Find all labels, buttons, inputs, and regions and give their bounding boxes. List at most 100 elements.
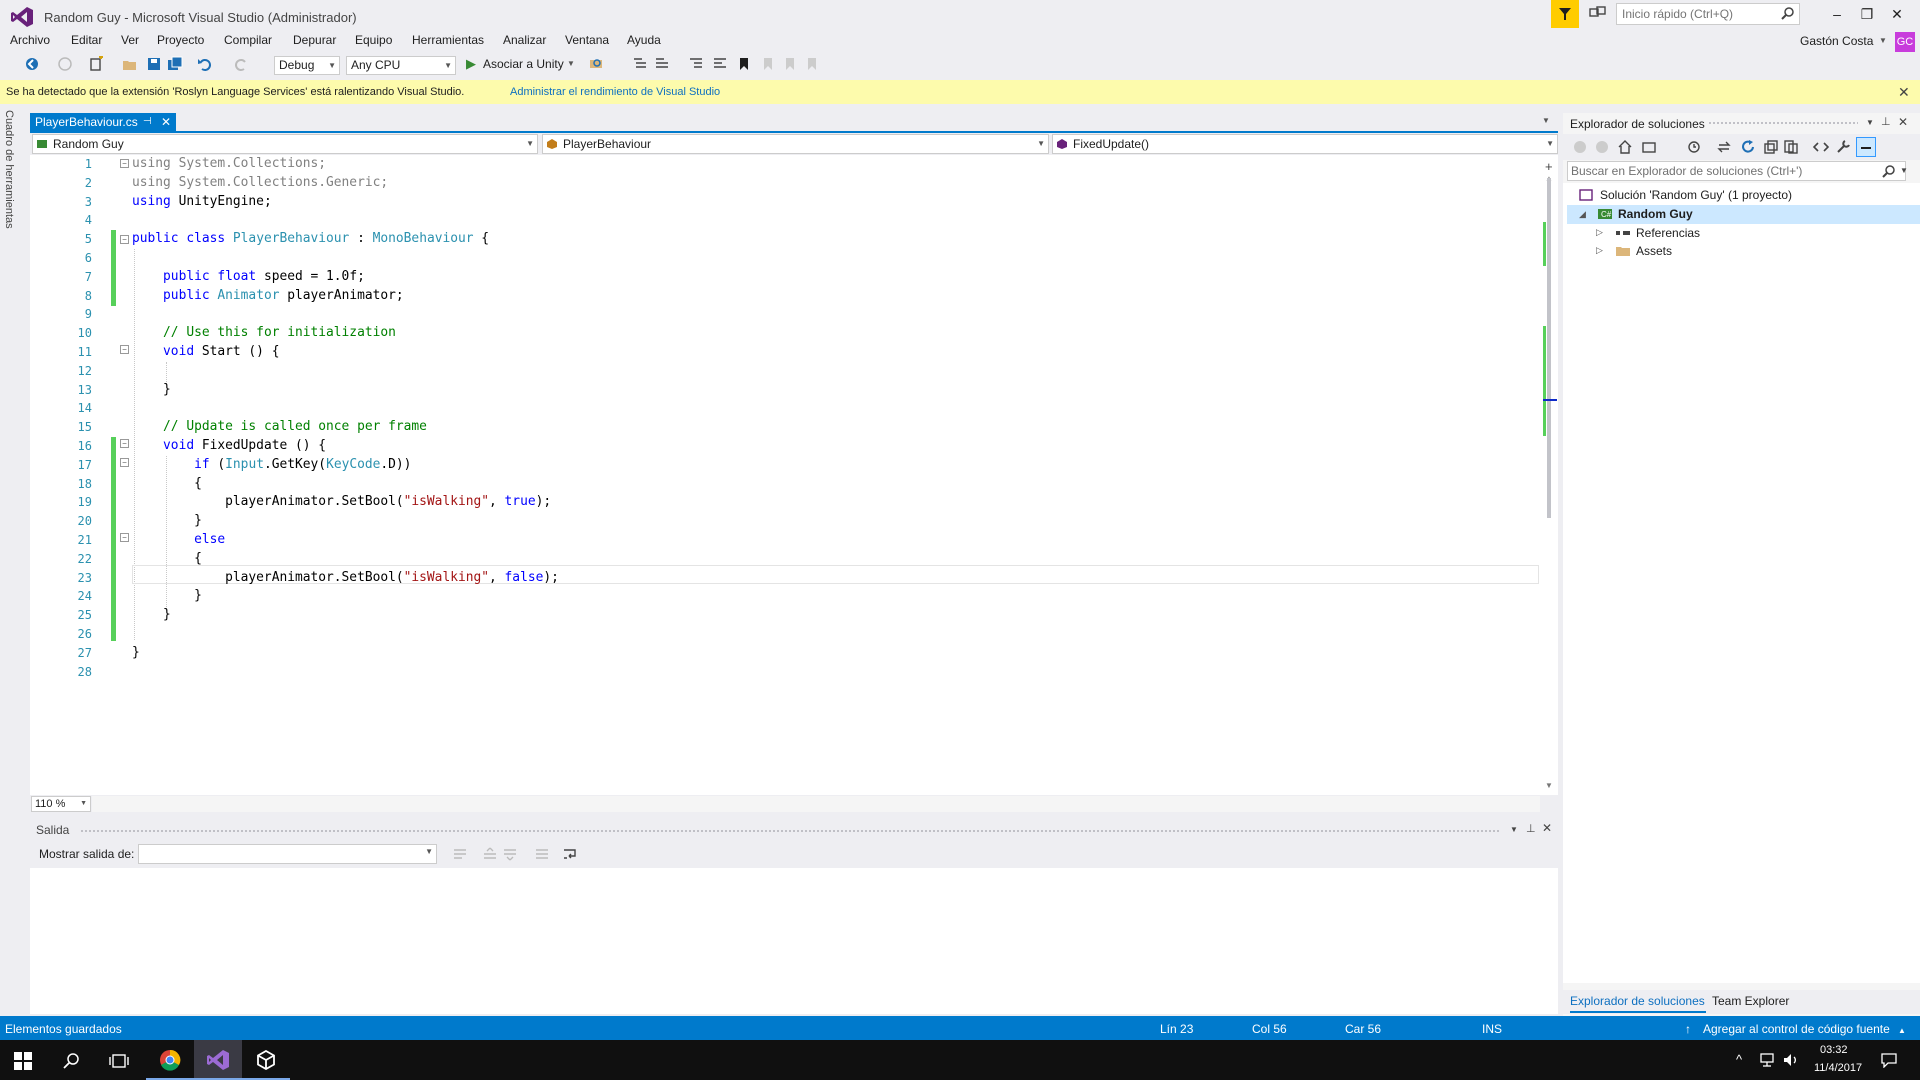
menu-equipo[interactable]: Equipo — [355, 33, 392, 47]
undo-icon[interactable] — [197, 56, 213, 72]
bookmark-icon[interactable] — [736, 56, 752, 72]
pin-icon[interactable]: ⊥ — [1881, 115, 1891, 128]
clock-time[interactable]: 03:32 — [1820, 1044, 1848, 1056]
next-bookmark-icon[interactable] — [782, 56, 798, 72]
menu-ayuda[interactable]: Ayuda — [627, 33, 661, 47]
next-message-icon[interactable] — [503, 847, 517, 861]
pin-icon[interactable]: ⊥ — [1526, 822, 1536, 835]
collapse-icon[interactable]: − — [120, 159, 129, 168]
expanded-arrow-icon[interactable]: ◢ — [1579, 209, 1586, 220]
feedback-icon[interactable] — [1589, 6, 1607, 22]
menu-compilar[interactable]: Compilar — [224, 33, 272, 47]
menu-editar[interactable]: Editar — [71, 33, 102, 47]
prev-bookmark-icon[interactable] — [760, 56, 776, 72]
tab-solution-explorer[interactable]: Explorador de soluciones — [1570, 994, 1705, 1008]
outdent-icon[interactable] — [688, 56, 704, 72]
drag-grip[interactable] — [1708, 121, 1858, 125]
find-message-icon[interactable] — [453, 847, 467, 861]
save-all-icon[interactable] — [167, 56, 183, 72]
class-nav-dropdown[interactable]: PlayerBehaviour ▼ — [542, 134, 1049, 154]
minimize-button[interactable]: – — [1823, 4, 1851, 24]
horizontal-scrollbar[interactable] — [92, 796, 1540, 812]
tab-team-explorer[interactable]: Team Explorer — [1712, 994, 1789, 1008]
menu-herramientas[interactable]: Herramientas — [412, 33, 484, 47]
scrollbar-thumb[interactable] — [1547, 178, 1551, 518]
collapse-icon[interactable]: − — [120, 345, 129, 354]
quick-launch-input[interactable] — [1617, 4, 1767, 24]
user-name[interactable]: Gastón Costa — [1800, 34, 1873, 48]
save-icon[interactable] — [146, 56, 162, 72]
volume-icon[interactable] — [1782, 1052, 1800, 1068]
menu-archivo[interactable]: Archivo — [10, 33, 50, 47]
tree-item-references[interactable]: Referencias — [1636, 224, 1700, 242]
user-menu-caret-icon[interactable]: ▼ — [1879, 36, 1887, 45]
unity-taskbar-button[interactable] — [242, 1040, 290, 1080]
forward-icon[interactable] — [1595, 140, 1609, 154]
solution-explorer-search[interactable]: Buscar en Explorador de soluciones (Ctrl… — [1567, 161, 1906, 181]
find-in-files-icon[interactable] — [588, 56, 604, 72]
uncomment-lines-icon[interactable] — [654, 56, 670, 72]
manage-performance-link[interactable]: Administrar el rendimiento de Visual Stu… — [510, 86, 720, 98]
show-all-files-icon[interactable] — [1783, 139, 1799, 155]
maximize-button[interactable]: ❐ — [1853, 4, 1881, 24]
action-center-icon[interactable] — [1880, 1052, 1898, 1068]
zoom-dropdown[interactable]: 110 % ▼ — [31, 796, 91, 812]
chevron-down-icon[interactable]: ▼ — [1510, 825, 1518, 834]
tree-item-solution[interactable]: Solución 'Random Guy' (1 proyecto) — [1600, 186, 1792, 204]
search-icon[interactable] — [63, 1052, 81, 1070]
previous-message-icon[interactable] — [483, 847, 497, 861]
collapsed-arrow-icon[interactable]: ▷ — [1596, 245, 1603, 256]
chevron-up-icon[interactable]: ^ — [1736, 1052, 1742, 1067]
collapse-icon[interactable]: − — [120, 458, 129, 467]
switch-views-icon[interactable] — [1641, 139, 1657, 155]
indent-icon[interactable] — [712, 56, 728, 72]
comment-lines-icon[interactable] — [632, 56, 648, 72]
close-icon[interactable]: ✕ — [161, 113, 171, 131]
windows-start-icon[interactable] — [14, 1052, 32, 1070]
back-icon[interactable] — [1573, 140, 1587, 154]
collapse-icon[interactable]: − — [120, 439, 129, 448]
menu-depurar[interactable]: Depurar — [293, 33, 336, 47]
chevron-down-icon[interactable]: ▼ — [1900, 166, 1908, 175]
collapse-all-icon[interactable] — [1762, 139, 1778, 155]
chevron-up-icon[interactable]: ▲ — [1898, 1026, 1906, 1035]
collapse-icon[interactable]: − — [120, 235, 129, 244]
scroll-down-icon[interactable]: ▼ — [1545, 781, 1553, 790]
output-text-area[interactable] — [30, 868, 1558, 1014]
clock-date[interactable]: 11/4/2017 — [1814, 1062, 1862, 1074]
menu-analizar[interactable]: Analizar — [503, 33, 546, 47]
arrow-up-icon[interactable]: ↑ — [1685, 1022, 1691, 1036]
close-icon[interactable]: ✕ — [1898, 115, 1908, 129]
pin-icon[interactable]: ⊣ — [143, 113, 152, 131]
chevron-down-icon[interactable]: ▼ — [1542, 116, 1550, 125]
chevron-down-icon[interactable]: ▼ — [567, 59, 575, 68]
output-source-dropdown[interactable]: ▼ — [138, 844, 437, 864]
chrome-taskbar-button[interactable] — [146, 1040, 194, 1080]
code-editor[interactable] — [30, 155, 1558, 795]
add-to-source-control-button[interactable]: Agregar al control de código fuente — [1703, 1022, 1890, 1036]
notifications-filter-button[interactable] — [1551, 0, 1579, 28]
solution-configuration-dropdown[interactable]: Debug ▼ — [274, 56, 340, 75]
task-view-icon[interactable] — [109, 1052, 129, 1070]
clear-all-icon[interactable] — [535, 847, 549, 861]
split-editor-icon[interactable]: + — [1545, 159, 1553, 174]
collapse-icon[interactable]: − — [120, 533, 129, 542]
search-icon[interactable] — [1882, 165, 1896, 179]
refresh-icon[interactable] — [1740, 139, 1756, 155]
tree-item-assets[interactable]: Assets — [1636, 242, 1672, 260]
drag-grip[interactable] — [80, 829, 1500, 833]
project-nav-dropdown[interactable]: Random Guy ▼ — [32, 134, 538, 154]
solution-platform-dropdown[interactable]: Any CPU ▼ — [346, 56, 456, 75]
quick-launch-box[interactable] — [1616, 3, 1800, 25]
new-project-icon[interactable] — [88, 56, 104, 72]
close-icon[interactable]: ✕ — [1542, 821, 1552, 835]
menu-proyecto[interactable]: Proyecto — [157, 33, 204, 47]
tab-playerbehaviour-cs[interactable]: PlayerBehaviour.cs ⊣ ✕ — [30, 113, 176, 131]
play-icon[interactable]: ▶ — [466, 56, 476, 72]
redo-icon[interactable] — [233, 56, 249, 72]
collapsed-arrow-icon[interactable]: ▷ — [1596, 227, 1603, 238]
sync-icon[interactable] — [1716, 139, 1732, 155]
tree-item-project[interactable]: Random Guy — [1618, 205, 1693, 223]
pending-changes-filter-icon[interactable] — [1686, 139, 1702, 155]
attach-to-unity-button[interactable]: Asociar a Unity — [483, 57, 564, 71]
